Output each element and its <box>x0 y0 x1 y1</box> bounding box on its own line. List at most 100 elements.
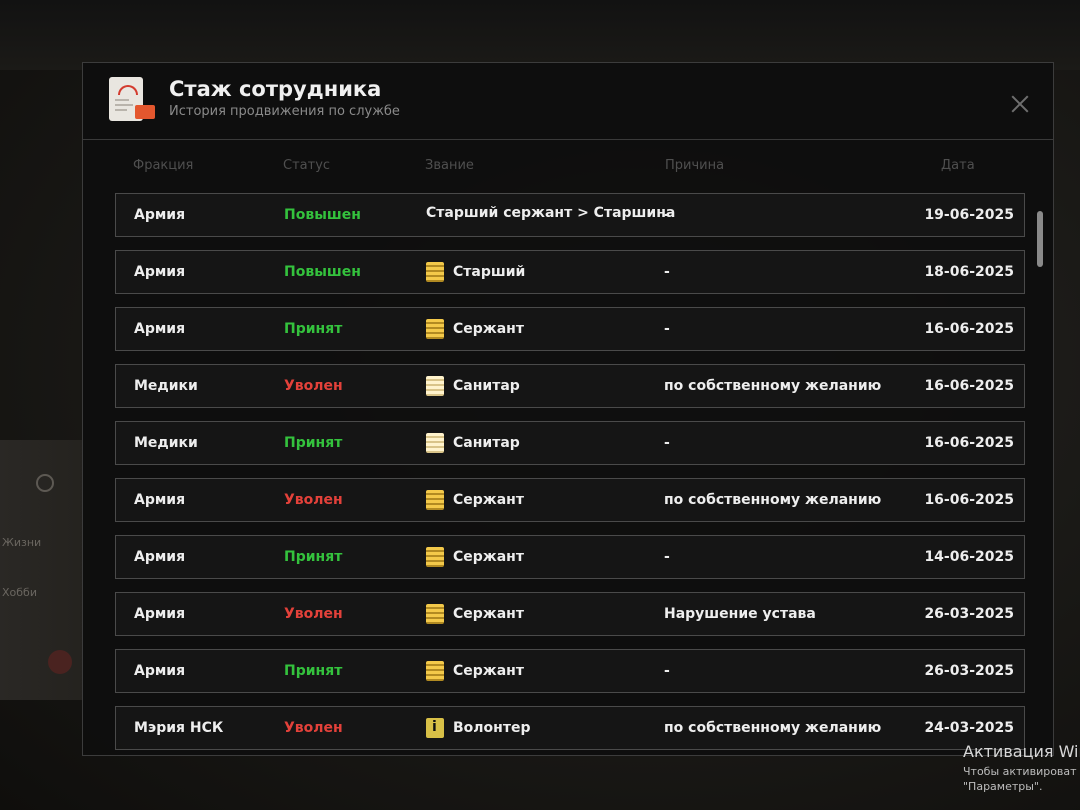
close-icon[interactable] <box>1009 93 1031 115</box>
table-row[interactable]: Армия Уволен Сержант по собственному жел… <box>115 478 1025 522</box>
date-cell: 26-03-2025 <box>924 663 1014 679</box>
rank-chevrons-icon <box>426 661 444 681</box>
status-cell: Принят <box>284 663 343 679</box>
briefcase-icon <box>135 105 155 119</box>
rank-label: Сержант <box>453 321 524 337</box>
faction-cell: Армия <box>134 606 186 622</box>
rank-cell: Санитар <box>426 433 520 453</box>
faction-cell: Армия <box>134 321 186 337</box>
date-cell: 16-06-2025 <box>924 378 1014 394</box>
rank-label: Сержант <box>453 492 524 508</box>
rank-cell: Волонтер <box>426 718 530 738</box>
status-cell: Принят <box>284 321 343 337</box>
rank-chevrons-white-icon <box>426 433 444 453</box>
rank-cell: Сержант <box>426 490 524 510</box>
status-cell: Повышен <box>284 207 361 223</box>
info-badge-icon <box>426 718 444 738</box>
reason-cell: по собственному желанию <box>664 720 882 736</box>
status-cell: Уволен <box>284 378 343 394</box>
rank-cell: Сержант <box>426 547 524 567</box>
column-header-faction: Фракция <box>133 158 194 173</box>
rank-chevrons-icon <box>426 604 444 624</box>
dialog-header: Стаж сотрудника История продвижения по с… <box>83 63 1053 140</box>
status-cell: Повышен <box>284 264 361 280</box>
column-header-reason: Причина <box>665 158 725 173</box>
status-cell: Уволен <box>284 606 343 622</box>
rank-label: Старший сержант > Старшина <box>426 205 676 221</box>
status-cell: Уволен <box>284 720 343 736</box>
table-row[interactable]: Мэрия НСК Уволен Волонтер по собственном… <box>115 706 1025 750</box>
rank-cell: Старший сержант > Старшина <box>426 205 675 221</box>
rank-label: Санитар <box>453 435 520 451</box>
dialog-title: Стаж сотрудника <box>169 77 382 101</box>
faction-cell: Армия <box>134 492 186 508</box>
table-row[interactable]: Армия Принят Сержант - 14-06-2025 <box>115 535 1025 579</box>
reason-cell: - <box>664 663 670 679</box>
activation-text: Чтобы активироват <box>963 765 1077 778</box>
date-cell: 18-06-2025 <box>924 264 1014 280</box>
reason-cell: Нарушение устава <box>664 606 816 622</box>
status-cell: Принят <box>284 549 343 565</box>
table-row[interactable]: Армия Повышен Старший - 18-06-2025 <box>115 250 1025 294</box>
column-header-date: Дата <box>941 158 975 173</box>
reason-cell: - <box>664 321 670 337</box>
rank-label: Сержант <box>453 663 524 679</box>
activation-settings-text: "Параметры". <box>963 780 1043 793</box>
date-cell: 16-06-2025 <box>924 435 1014 451</box>
column-header-status: Статус <box>283 158 331 173</box>
reason-cell: - <box>664 207 670 223</box>
status-cell: Уволен <box>284 492 343 508</box>
rank-cell: Сержант <box>426 661 524 681</box>
date-cell: 16-06-2025 <box>924 321 1014 337</box>
reason-cell: по собственному желанию <box>664 378 882 394</box>
table-row[interactable]: Медики Принят Санитар - 16-06-2025 <box>115 421 1025 465</box>
date-cell: 24-03-2025 <box>924 720 1014 736</box>
table-row[interactable]: Армия Уволен Сержант Нарушение устава 26… <box>115 592 1025 636</box>
rank-label: Санитар <box>453 378 520 394</box>
date-cell: 19-06-2025 <box>924 207 1014 223</box>
faction-cell: Армия <box>134 207 186 223</box>
table-row[interactable]: Армия Принят Сержант - 16-06-2025 <box>115 307 1025 351</box>
rank-chevrons-icon <box>426 490 444 510</box>
rank-chevrons-white-icon <box>426 376 444 396</box>
date-cell: 16-06-2025 <box>924 492 1014 508</box>
table-row[interactable]: Армия Повышен Старший сержант > Старшина… <box>115 193 1025 237</box>
reason-cell: - <box>664 549 670 565</box>
document-phone-icon <box>109 77 155 121</box>
hud-circle-icon <box>36 474 54 492</box>
reason-cell: - <box>664 435 670 451</box>
column-header-rank: Звание <box>425 158 474 173</box>
rank-label: Старший <box>453 264 526 280</box>
background-top <box>0 0 1080 70</box>
employee-history-dialog: Стаж сотрудника История продвижения по с… <box>82 62 1054 756</box>
reason-cell: - <box>664 264 670 280</box>
activation-title: Активация Win <box>963 742 1080 761</box>
rank-chevrons-icon <box>426 319 444 339</box>
hud-text-1: Жизни <box>2 536 42 549</box>
rank-label: Сержант <box>453 606 524 622</box>
rank-label: Сержант <box>453 549 524 565</box>
date-cell: 26-03-2025 <box>924 606 1014 622</box>
table-row[interactable]: Медики Уволен Санитар по собственному же… <box>115 364 1025 408</box>
hud-round-icon <box>48 650 72 674</box>
rank-cell: Старший <box>426 262 525 282</box>
faction-cell: Армия <box>134 549 186 565</box>
faction-cell: Армия <box>134 264 186 280</box>
dialog-subtitle: История продвижения по службе <box>169 104 400 119</box>
rank-chevrons-icon <box>426 262 444 282</box>
faction-cell: Мэрия НСК <box>134 720 224 736</box>
windows-activation-notice: Активация Win Чтобы активироват "Парамет… <box>963 742 1080 793</box>
faction-cell: Медики <box>134 378 198 394</box>
faction-cell: Армия <box>134 663 186 679</box>
history-list[interactable]: Армия Повышен Старший сержант > Старшина… <box>115 193 1027 753</box>
list-scrollbar[interactable] <box>1037 211 1043 267</box>
rank-cell: Сержант <box>426 604 524 624</box>
hud-text-2: Хобби <box>2 586 37 599</box>
rank-chevrons-icon <box>426 547 444 567</box>
reason-cell: по собственному желанию <box>664 492 882 508</box>
background-hud-panel: Жизни Хобби <box>0 440 90 700</box>
status-cell: Принят <box>284 435 343 451</box>
table-row[interactable]: Армия Принят Сержант - 26-03-2025 <box>115 649 1025 693</box>
rank-cell: Санитар <box>426 376 520 396</box>
rank-cell: Сержант <box>426 319 524 339</box>
